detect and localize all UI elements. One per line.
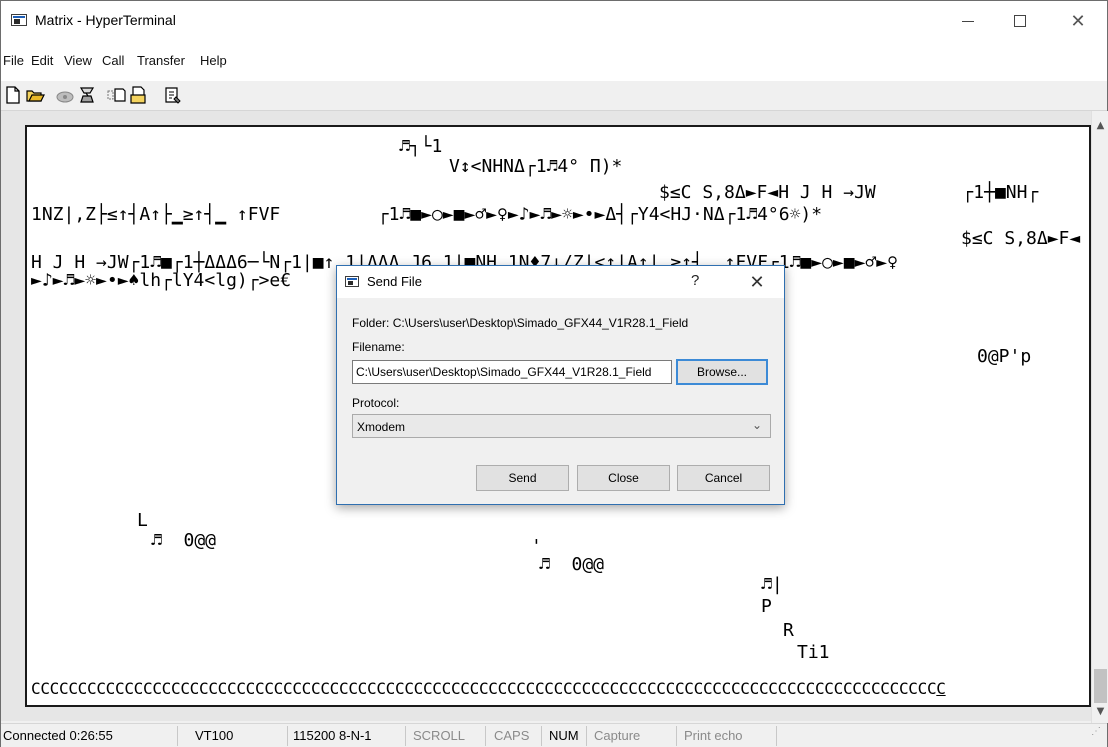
terminal-line: ►♪►♬►☼►•►♠lh┌lY4<lg)┌>e€ <box>31 270 292 291</box>
status-emulation: VT100 <box>195 728 234 743</box>
browse-button[interactable]: Browse... <box>676 359 768 385</box>
open-icon[interactable] <box>25 85 45 105</box>
dialog-title-bar: Send File ? ✕ <box>337 266 784 298</box>
scroll-up-icon[interactable]: ▲ <box>1092 117 1108 134</box>
maximize-icon <box>1014 15 1026 27</box>
filename-label: Filename: <box>352 340 405 354</box>
minimize-icon <box>962 20 974 22</box>
menu-view[interactable]: View <box>64 53 92 68</box>
terminal-line: $≤C S,8Δ►F◄H J H →JW ┌1┼■NH┌ <box>659 182 1039 203</box>
terminal-line: R <box>783 620 794 641</box>
close-icon: ✕ <box>749 271 765 293</box>
menu-transfer[interactable]: Transfer <box>137 53 185 68</box>
protocol-label: Protocol: <box>352 396 400 410</box>
terminal-line: Ti1 <box>797 642 830 663</box>
terminal-text: CCCCCCCCCCCCCCCCCCCCCCCCCCCCCCCCCCCCCCCC… <box>31 679 937 698</box>
menu-call[interactable]: Call <box>102 53 124 68</box>
help-button[interactable]: ? <box>691 272 699 289</box>
resize-grip-icon[interactable]: ⋰ <box>1091 726 1105 744</box>
status-caps: CAPS <box>494 728 530 743</box>
status-bar: Connected 0:26:55 VT100 115200 8-N-1 SCR… <box>1 723 1107 747</box>
close-button[interactable]: Close <box>577 465 670 491</box>
protocol-value: Xmodem <box>357 420 406 434</box>
folder-label: Folder: <box>352 316 390 330</box>
status-divider <box>287 726 288 746</box>
dialog-close-button[interactable]: ✕ <box>737 268 777 296</box>
new-icon[interactable] <box>3 85 23 105</box>
folder-row: Folder: C:\Users\user\Desktop\Simado_GFX… <box>352 316 688 330</box>
close-window-button[interactable]: ✕ <box>1055 1 1101 41</box>
status-print-echo: Print echo <box>684 728 743 743</box>
window-title: Matrix - HyperTerminal <box>35 12 176 28</box>
menu-file[interactable]: File <box>3 53 24 68</box>
status-divider <box>676 726 677 746</box>
hyperterminal-window: Matrix - HyperTerminal ✕ File Edit View … <box>0 0 1108 747</box>
status-capture: Capture <box>594 728 641 743</box>
folder-value: C:\Users\user\Desktop\Simado_GFX44_V1R28… <box>392 316 689 330</box>
cancel-button[interactable]: Cancel <box>677 465 770 491</box>
status-connected: Connected 0:26:55 <box>3 728 113 743</box>
status-divider <box>586 726 587 746</box>
maximize-button[interactable] <box>997 1 1043 41</box>
status-num: NUM <box>549 728 579 743</box>
close-icon: ✕ <box>1070 10 1086 32</box>
vertical-scrollbar[interactable]: ▲ ▼ <box>1091 111 1108 723</box>
app-icon <box>11 14 27 26</box>
dialog-title: Send File <box>367 274 422 289</box>
send-file-dialog: Send File ? ✕ Folder: C:\Users\user\Desk… <box>336 265 785 505</box>
properties-icon[interactable] <box>163 85 183 105</box>
status-divider <box>405 726 406 746</box>
terminal-line: ♬ 0@@ <box>151 530 217 551</box>
status-settings: 115200 8-N-1 <box>293 728 372 743</box>
filename-input[interactable]: C:\Users\user\Desktop\Simado_GFX44_V1R28… <box>352 360 672 384</box>
scroll-thumb[interactable] <box>1094 669 1107 703</box>
terminal-cursor: C <box>936 679 946 698</box>
menu-help[interactable]: Help <box>200 53 227 68</box>
terminal-line: ♬| <box>761 574 783 595</box>
status-scroll: SCROLL <box>413 728 466 743</box>
send-button[interactable]: Send <box>476 465 569 491</box>
menu-edit[interactable]: Edit <box>31 53 53 68</box>
terminal-line: L <box>137 510 148 531</box>
scroll-down-icon[interactable]: ▼ <box>1092 703 1108 720</box>
send-icon[interactable] <box>107 85 127 105</box>
status-divider <box>776 726 777 746</box>
status-divider <box>177 726 178 746</box>
status-divider <box>485 726 486 746</box>
terminal-line: P <box>761 596 772 617</box>
protocol-select[interactable]: Xmodem ⌄ <box>352 414 771 438</box>
disconnect-icon[interactable] <box>77 85 97 105</box>
terminal-line: 0@P'p <box>977 346 1032 367</box>
status-divider <box>541 726 542 746</box>
terminal-line: ♬ 0@@ <box>539 554 605 575</box>
title-bar: Matrix - HyperTerminal ✕ <box>1 1 1107 41</box>
terminal-line: ♬┐└1 <box>399 136 443 157</box>
terminal-line: $≤C S,8Δ►F◄ <box>961 228 1081 249</box>
dialog-app-icon <box>345 276 359 287</box>
chevron-down-icon: ⌄ <box>751 418 762 432</box>
terminal-line: V↕<NHNΔ┌1♬4° Π)* <box>449 156 623 177</box>
minimize-button[interactable] <box>945 1 991 41</box>
terminal-line: 1NZ|,Z├≤↑┤A↑├▁≥↑┤▁ ↑FVF ┌1♬■►○►■►♂►♀►♪►♬… <box>31 204 823 225</box>
call-icon[interactable] <box>55 85 75 105</box>
receive-icon[interactable] <box>129 85 149 105</box>
terminal-line: CCCCCCCCCCCCCCCCCCCCCCCCCCCCCCCCCCCCCCCC… <box>31 679 946 699</box>
